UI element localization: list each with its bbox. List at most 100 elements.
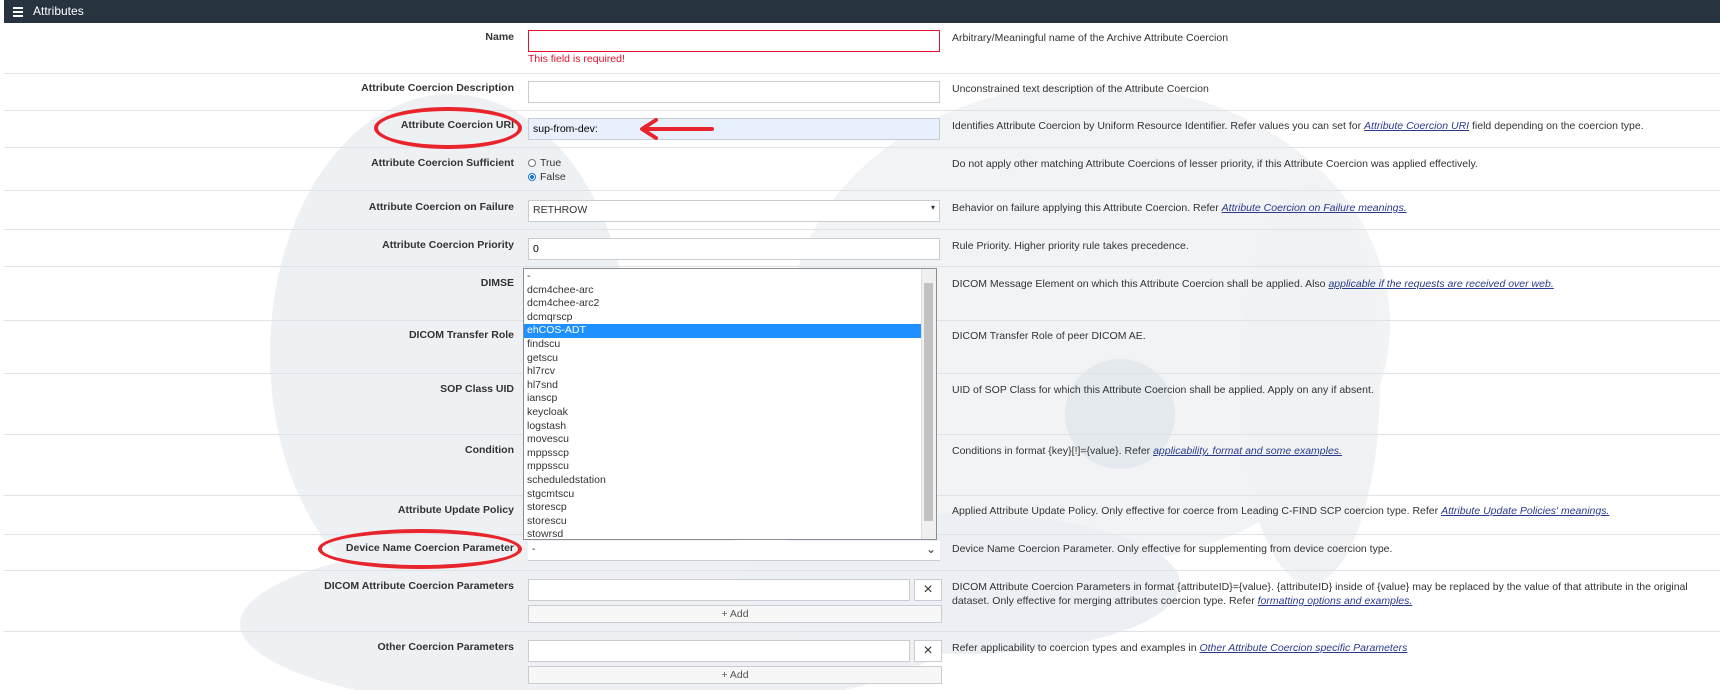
- row-description: Attribute Coercion Description Unconstra…: [4, 74, 1720, 111]
- dicom-params-label: DICOM Attribute Coercion Parameters: [324, 580, 514, 592]
- listbox-option[interactable]: movescu: [524, 433, 924, 447]
- close-icon[interactable]: ×: [914, 579, 942, 601]
- device-name-select[interactable]: - ⌄: [528, 541, 940, 561]
- description-input[interactable]: [528, 81, 940, 103]
- row-other-params: Other Coercion Parameters × + Add Refer …: [4, 632, 1720, 690]
- listbox-option[interactable]: dcm4chee-arc: [524, 284, 924, 298]
- uri-help-text: Identifies Attribute Coercion by Uniform…: [952, 120, 1365, 132]
- listbox-option[interactable]: scheduledstation: [524, 474, 924, 488]
- listbox-option[interactable]: storescp: [524, 501, 924, 515]
- listbox-option[interactable]: -: [524, 270, 924, 284]
- list-icon: [13, 5, 27, 19]
- sufficient-true-option[interactable]: True: [528, 156, 566, 170]
- description-label: Attribute Coercion Description: [361, 82, 514, 94]
- uri-input[interactable]: [528, 118, 940, 140]
- dimse-label: DIMSE: [480, 277, 514, 289]
- sop-class-help: UID of SOP Class for which this Attribut…: [952, 384, 1374, 396]
- chevron-down-icon: ⌄: [925, 542, 936, 556]
- row-uri: Attribute Coercion URI Identifies Attrib…: [4, 111, 1720, 148]
- listbox-option[interactable]: logstash: [524, 420, 924, 434]
- uri-help-link[interactable]: Attribute Coercion URI: [1364, 120, 1469, 132]
- other-params-help-link[interactable]: Other Attribute Coercion specific Parame…: [1199, 642, 1407, 654]
- listbox-option[interactable]: hl7snd: [524, 379, 924, 393]
- listbox-option[interactable]: stowrsd: [524, 528, 924, 542]
- update-policy-help: Applied Attribute Update Policy. Only ef…: [952, 504, 1718, 518]
- other-params-help: Refer applicability to coercion types an…: [952, 641, 1718, 655]
- device-name-listbox[interactable]: - dcm4chee-arc dcm4chee-arc2 dcmqrscp ehCOS-…: [523, 268, 937, 540]
- listbox-option[interactable]: stgcmtscu: [524, 488, 924, 502]
- condition-help-link[interactable]: applicability, format and some examples.: [1153, 445, 1342, 457]
- name-label: Name: [485, 31, 514, 43]
- header-title: Attributes: [33, 4, 84, 18]
- other-params-add-button[interactable]: + Add: [528, 666, 942, 684]
- on-failure-help-link[interactable]: Attribute Coercion on Failure meanings.: [1222, 202, 1407, 214]
- dicom-params-help-link[interactable]: formatting options and examples.: [1258, 595, 1413, 607]
- add-label: Add: [729, 669, 749, 681]
- other-params-help-text: Refer applicability to coercion types an…: [952, 642, 1200, 654]
- annotation-circle-uri: [374, 107, 522, 149]
- listbox-option[interactable]: dcmqrscp: [524, 311, 924, 325]
- uri-help: Identifies Attribute Coercion by Uniform…: [952, 119, 1718, 133]
- annotation-circle-device-name: [318, 529, 522, 569]
- transfer-role-label: DICOM Transfer Role: [408, 329, 514, 341]
- attributes-header: Attributes: [4, 0, 1720, 23]
- description-help: Unconstrained text description of the At…: [952, 83, 1209, 95]
- radio-true[interactable]: [528, 159, 536, 168]
- listbox-option[interactable]: ianscp: [524, 392, 924, 406]
- update-policy-label: Attribute Update Policy: [397, 504, 514, 516]
- device-name-value: -: [532, 543, 536, 555]
- row-on-failure: Attribute Coercion on Failure RETHROW ▾ B…: [4, 191, 1720, 230]
- listbox-option[interactable]: storescu: [524, 515, 924, 529]
- scrollbar-thumb[interactable]: [924, 283, 933, 521]
- listbox-option[interactable]: keycloak: [524, 406, 924, 420]
- transfer-role-help: DICOM Transfer Role of peer DICOM AE.: [952, 330, 1146, 342]
- update-policy-help-text: Applied Attribute Update Policy. Only ef…: [952, 505, 1442, 517]
- priority-input[interactable]: [528, 238, 940, 260]
- listbox-option[interactable]: hl7rcv: [524, 365, 924, 379]
- sufficient-true-label: True: [540, 157, 562, 169]
- dicom-params-help: DICOM Attribute Coercion Parameters in f…: [952, 580, 1718, 608]
- listbox-option[interactable]: ehCOS-ADT: [524, 324, 924, 338]
- priority-label: Attribute Coercion Priority: [382, 239, 514, 251]
- annotation-arrow-icon: [640, 118, 714, 140]
- row-name: Name This field is required! Arbitrary/M…: [4, 24, 1720, 74]
- sufficient-false-option[interactable]: False: [528, 170, 566, 184]
- condition-help: Conditions in format {key}[!]={value}. R…: [952, 444, 1718, 458]
- sufficient-help: Do not apply other matching Attribute Co…: [952, 158, 1478, 170]
- sop-class-label: SOP Class UID: [440, 383, 514, 395]
- uri-help-text-post: field depending on the coercion type.: [1469, 120, 1644, 132]
- other-params-label: Other Coercion Parameters: [377, 641, 514, 653]
- update-policy-help-link[interactable]: Attribute Update Policies' meanings.: [1441, 505, 1609, 517]
- radio-false[interactable]: [528, 173, 536, 182]
- listbox-option[interactable]: getscu: [524, 352, 924, 366]
- name-input[interactable]: [528, 30, 940, 52]
- other-params-input[interactable]: [528, 640, 910, 662]
- listbox-option[interactable]: dcm4chee-arc2: [524, 297, 924, 311]
- dropdown-caret-icon: ▾: [930, 203, 935, 212]
- row-sufficient: Attribute Coercion Sufficient True False…: [4, 148, 1720, 191]
- row-priority: Attribute Coercion Priority Rule Priorit…: [4, 230, 1720, 267]
- on-failure-help: Behavior on failure applying this Attrib…: [952, 201, 1718, 215]
- dimse-help: DICOM Message Element on which this Attr…: [952, 277, 1718, 291]
- on-failure-label: Attribute Coercion on Failure: [368, 201, 514, 213]
- listbox-option[interactable]: mppsscp: [524, 447, 924, 461]
- condition-help-text: Conditions in format {key}[!]={value}. R…: [952, 445, 1154, 457]
- listbox-option[interactable]: mppsscu: [524, 460, 924, 474]
- close-icon[interactable]: ×: [914, 640, 942, 662]
- dicom-params-add-button[interactable]: + Add: [528, 605, 942, 623]
- on-failure-value: RETHROW: [533, 204, 588, 216]
- dicom-params-input[interactable]: [528, 579, 910, 601]
- sufficient-false-label: False: [540, 171, 566, 183]
- add-label: Add: [729, 608, 749, 620]
- condition-label: Condition: [465, 444, 514, 456]
- listbox-scrollbar[interactable]: [921, 269, 936, 539]
- name-help: Arbitrary/Meaningful name of the Archive…: [952, 32, 1229, 44]
- listbox-option[interactable]: findscu: [524, 338, 924, 352]
- device-name-help: Device Name Coercion Parameter. Only eff…: [952, 543, 1393, 555]
- name-error: This field is required!: [528, 53, 625, 65]
- dimse-help-link[interactable]: applicable if the requests are received …: [1328, 278, 1553, 290]
- sufficient-label: Attribute Coercion Sufficient: [371, 157, 514, 169]
- row-dicom-params: DICOM Attribute Coercion Parameters × + …: [4, 571, 1720, 632]
- on-failure-help-text: Behavior on failure applying this Attrib…: [952, 202, 1222, 214]
- on-failure-select[interactable]: RETHROW ▾: [528, 200, 940, 222]
